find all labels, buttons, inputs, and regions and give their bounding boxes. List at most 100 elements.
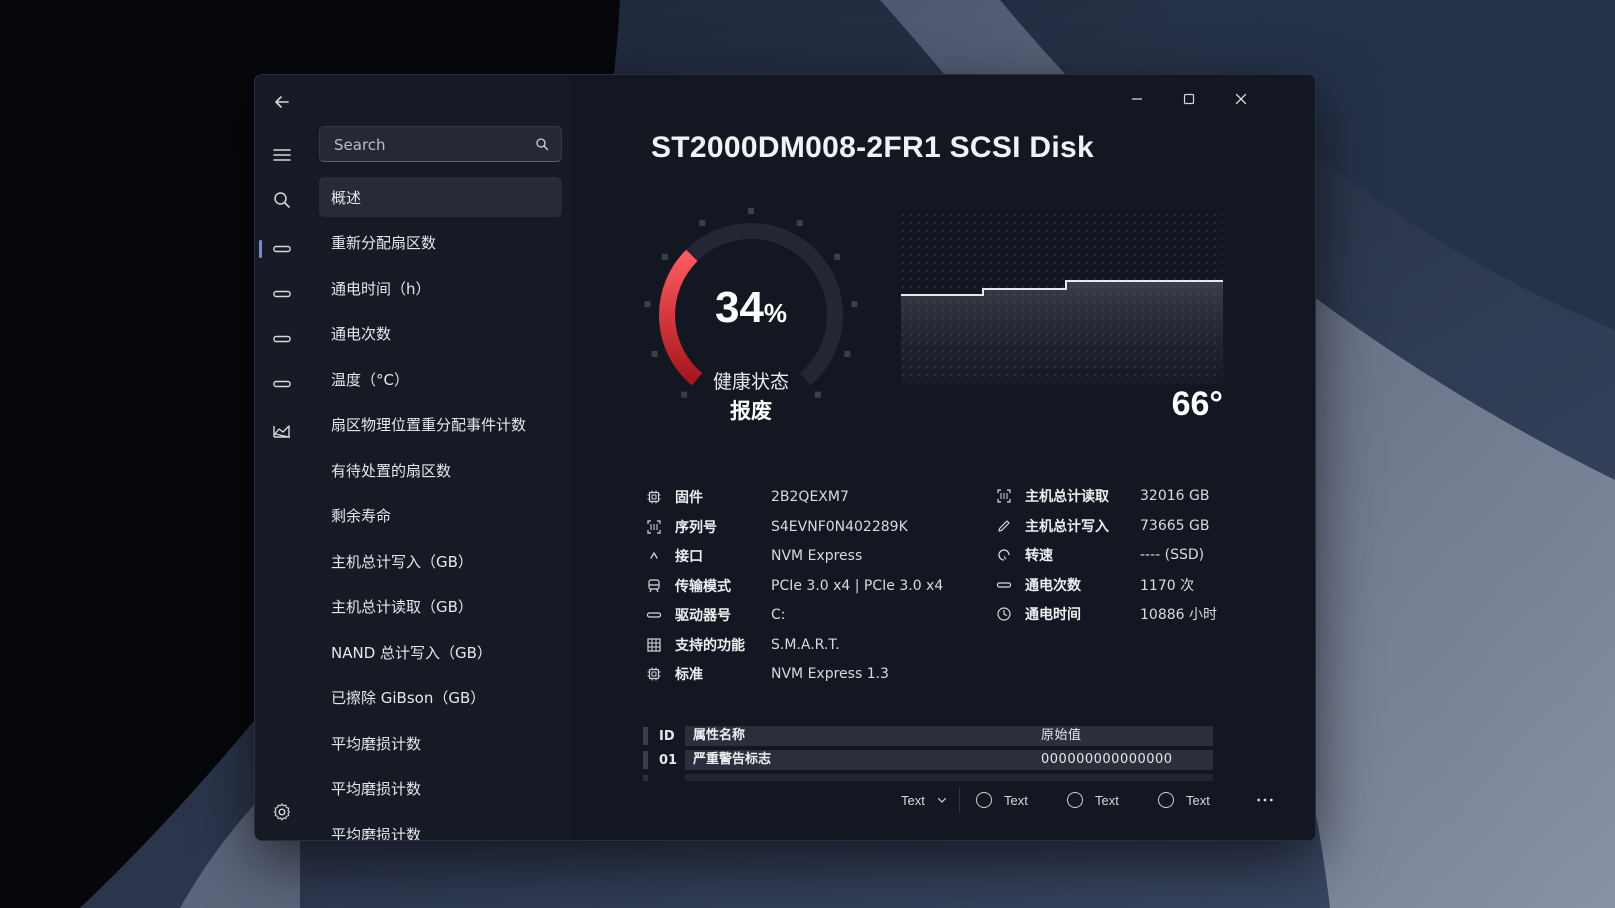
smart-attribute-table: ID 属性名称 原始值 01 严重警告标志 000000000000000 <box>643 725 1223 781</box>
info-row: 驱动器号 C: <box>645 601 786 629</box>
info-row: 标准 NVM Express 1.3 <box>645 660 889 688</box>
nav-item[interactable]: 重新分配扇区数 <box>319 223 562 263</box>
info-row: 固件 2B2QEXM7 <box>645 483 849 511</box>
info-value: NVM Express <box>771 548 863 564</box>
nav-item[interactable]: 平均磨损计数 <box>319 723 562 763</box>
clock-icon <box>995 605 1013 623</box>
info-row: 主机总计读取 32016 GB <box>995 482 1209 510</box>
rail-search-button[interactable] <box>264 184 300 216</box>
rail-drive-1[interactable] <box>264 233 300 265</box>
nav-item[interactable]: 通电时间（h） <box>319 268 562 308</box>
row-marker <box>643 751 648 769</box>
drive-icon <box>645 606 663 624</box>
radio-circle[interactable] <box>1158 792 1174 808</box>
search-input[interactable] <box>332 127 531 163</box>
temperature-chart <box>901 213 1223 383</box>
back-arrow-icon <box>275 96 289 108</box>
table-row[interactable]: 01 严重警告标志 000000000000000 <box>643 749 1223 771</box>
close-button[interactable] <box>1221 85 1261 113</box>
table-header-row: ID 属性名称 原始值 <box>643 725 1223 747</box>
info-row: 传输模式 PCIe 3.0 x4 | PCIe 3.0 x4 <box>645 572 943 600</box>
info-label: 驱动器号 <box>675 608 731 624</box>
command-bar: Text Text Text Text <box>901 779 1301 819</box>
area-chart-icon <box>273 425 290 438</box>
maximize-icon <box>1183 93 1195 105</box>
back-button[interactable] <box>264 86 300 118</box>
dropdown-label: Text <box>901 792 925 808</box>
menu-button[interactable] <box>264 139 300 171</box>
nav-item[interactable]: 温度（°C） <box>319 359 562 399</box>
info-label: 主机总计读取 <box>1025 489 1109 505</box>
info-value: 2B2QEXM7 <box>771 489 849 505</box>
radio-circle[interactable] <box>1067 792 1083 808</box>
gauge-tick <box>834 253 841 260</box>
nav-item[interactable]: 平均磨损计数 <box>319 814 562 841</box>
minimize-button[interactable] <box>1117 85 1157 113</box>
radio-option-2[interactable]: Text <box>1067 789 1119 811</box>
info-value: S.M.A.R.T. <box>771 636 840 653</box>
info-value: 73665 GB <box>1140 517 1210 534</box>
more-options-button[interactable] <box>1256 789 1274 811</box>
info-label: 通电次数 <box>1025 577 1081 594</box>
radio-circle[interactable] <box>976 792 992 808</box>
gauge-tick <box>748 208 754 214</box>
nav-item[interactable]: 有待处置的扇区数 <box>319 450 562 490</box>
nav-rail <box>255 75 310 840</box>
header-id[interactable]: ID <box>659 729 675 744</box>
rail-chart-button[interactable] <box>264 415 300 447</box>
info-label: 支持的功能 <box>675 637 745 654</box>
minimize-icon <box>1132 98 1142 100</box>
more-icon <box>1257 798 1273 802</box>
caret-up-icon <box>645 547 663 565</box>
radio-option-3[interactable]: Text <box>1158 789 1210 811</box>
rail-drive-3[interactable] <box>264 323 300 355</box>
drive-icon <box>273 380 291 388</box>
radio-label-3: Text <box>1186 792 1210 808</box>
info-row: 通电时间 10886 小时 <box>995 600 1217 628</box>
drive-icon <box>273 290 291 298</box>
info-label: 转速 <box>1025 548 1053 564</box>
header-raw-value[interactable]: 原始值 <box>1033 726 1213 746</box>
info-label: 主机总计写入 <box>1025 518 1109 535</box>
info-value: C: <box>771 607 786 623</box>
command-separator <box>959 787 960 813</box>
health-status: 报废 <box>730 399 772 423</box>
nav-item[interactable]: 通电次数 <box>319 314 562 354</box>
nav-item[interactable]: 平均磨损计数 <box>319 769 562 809</box>
drive-icon <box>273 335 291 343</box>
pencil-icon <box>995 517 1013 535</box>
health-label: 健康状态 <box>712 371 789 393</box>
nav-item[interactable]: 主机总计读取（GB） <box>319 587 562 627</box>
grid-icon <box>645 636 663 654</box>
gauge-tick <box>844 350 851 357</box>
info-label: 序列号 <box>675 519 717 536</box>
info-value: NVM Express 1.3 <box>771 666 889 682</box>
nav-item[interactable]: NAND 总计写入（GB） <box>319 632 562 672</box>
radio-option-1[interactable]: Text <box>976 789 1028 811</box>
info-value: 32016 GB <box>1140 488 1210 504</box>
text-dropdown[interactable]: Text <box>901 789 947 811</box>
main-content: ST2000DM008-2FR1 SCSI Disk 34% 健康状态 报废 6… <box>571 75 1315 840</box>
drive-icon <box>995 576 1013 594</box>
health-percent-unit: % <box>763 298 788 328</box>
settings-button[interactable] <box>264 796 300 828</box>
nav-item[interactable]: 扇区物理位置重分配事件计数 <box>319 405 562 445</box>
maximize-button[interactable] <box>1169 85 1209 113</box>
search-box[interactable] <box>319 126 562 163</box>
info-label: 接口 <box>675 549 703 565</box>
info-value: PCIe 3.0 x4 | PCIe 3.0 x4 <box>771 577 944 594</box>
row-id: 01 <box>659 752 678 768</box>
nav-item[interactable]: 已擦除 GiBson（GB） <box>319 678 562 718</box>
nav-item[interactable]: 主机总计写入（GB） <box>319 541 562 581</box>
info-row: 通电次数 1170 次 <box>995 571 1194 599</box>
rail-drive-4[interactable] <box>264 368 300 400</box>
nav-item[interactable]: 剩余寿命 <box>319 496 562 536</box>
rail-drive-2[interactable] <box>264 278 300 310</box>
row-marker <box>643 775 648 781</box>
nav-item[interactable]: 概述 <box>319 177 562 217</box>
rotate-icon <box>995 546 1013 564</box>
header-name[interactable]: 属性名称 <box>685 726 1033 746</box>
chip-icon <box>645 488 663 506</box>
scan-icon <box>645 518 663 536</box>
search-icon[interactable] <box>535 137 549 151</box>
